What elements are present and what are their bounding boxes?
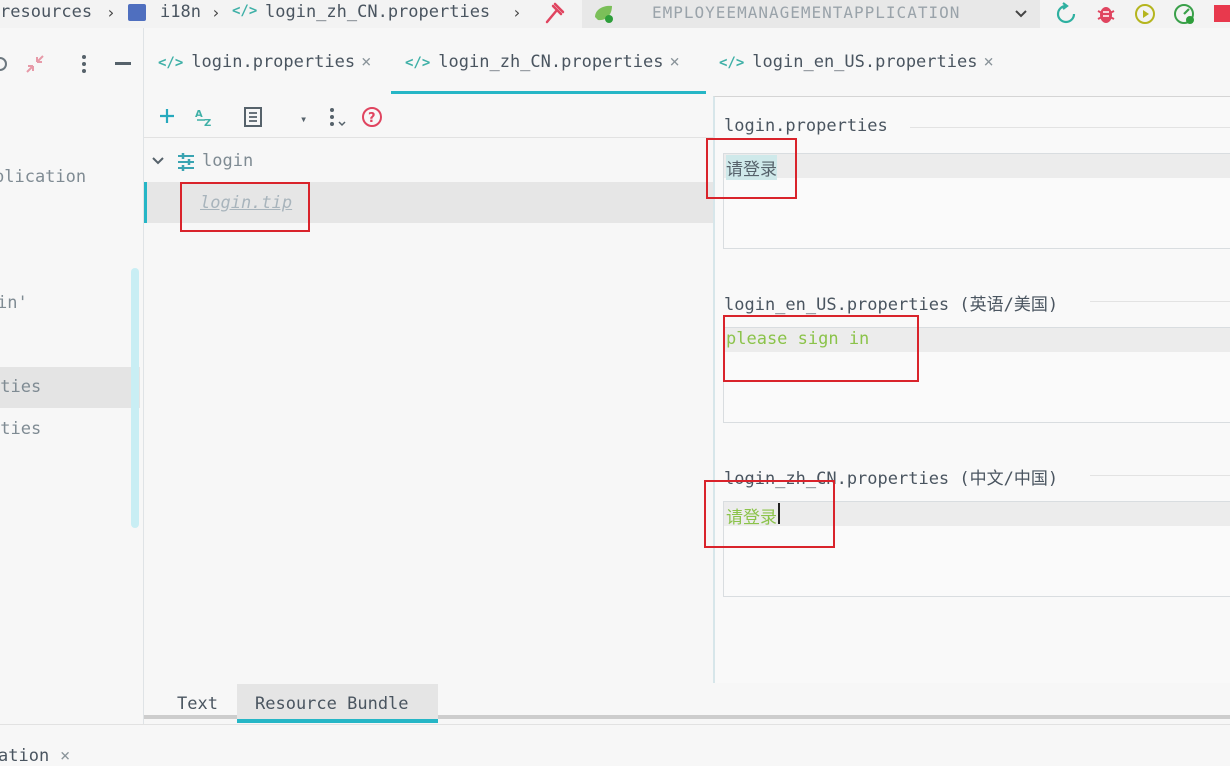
breadcrumb-item-i18n[interactable]: i18n — [160, 2, 201, 22]
tree-node-properties-2[interactable]: rties — [0, 419, 41, 439]
tab-label: login.properties — [191, 52, 356, 72]
editor-tab-bar: </> login.properties × </> login_zh_CN.prop… — [144, 28, 1230, 94]
dropdown-arrow-icon[interactable]: ▾ — [300, 112, 307, 126]
divider — [1090, 301, 1230, 302]
run-tab-label[interactable]: ation — [0, 746, 49, 766]
divider — [910, 127, 1230, 128]
tab-login-zh-cn[interactable]: </> login_zh_CN.properties × — [405, 52, 680, 72]
annotation-box — [706, 138, 797, 199]
chevron-right-icon: › — [211, 3, 221, 22]
breadcrumb-bar: resources › i18n › </> login_zh_CN.prope… — [0, 0, 1230, 28]
collapse-icon[interactable] — [24, 53, 46, 75]
build-hammer-icon[interactable] — [543, 2, 567, 24]
toolbar-divider — [144, 137, 713, 138]
minimize-icon[interactable] — [115, 62, 131, 65]
chevron-down-icon — [1015, 10, 1027, 18]
divider — [1090, 475, 1230, 476]
close-icon[interactable]: × — [60, 746, 70, 766]
add-icon[interactable] — [158, 107, 176, 125]
chevron-right-icon: › — [106, 3, 116, 22]
more-options-icon[interactable] — [78, 54, 90, 74]
help-icon[interactable]: ? — [361, 106, 383, 128]
selection-indicator — [144, 182, 147, 223]
breadcrumb-item-file[interactable]: login_zh_CN.properties — [265, 2, 490, 22]
tab-label: login_en_US.properties — [752, 52, 978, 72]
close-icon[interactable]: × — [361, 52, 371, 72]
tree-node-application[interactable]: plication — [0, 167, 86, 187]
tab-login-properties[interactable]: </> login.properties × — [158, 52, 371, 72]
active-tab-indicator — [391, 91, 706, 94]
close-icon[interactable]: × — [669, 52, 679, 72]
target-icon[interactable] — [0, 54, 8, 74]
tab-text[interactable]: Text — [177, 694, 218, 714]
chevron-down-icon[interactable] — [151, 154, 165, 168]
property-group-icon — [178, 153, 194, 171]
svg-text:Z: Z — [204, 118, 211, 128]
rerun-icon[interactable] — [1054, 2, 1078, 26]
tab-login-en-us[interactable]: </> login_en_US.properties × — [719, 52, 994, 72]
tree-node-login[interactable]: in' — [0, 293, 28, 313]
run-config-label: EMPLOYEEMANAGEMENTAPPLICATION — [652, 3, 961, 22]
tab-resource-bundle-label: Resource Bundle — [255, 694, 409, 714]
profiler-icon[interactable] — [1172, 2, 1196, 26]
sort-alphabetically-icon[interactable]: A Z — [195, 106, 217, 128]
run-tool-window-header — [0, 724, 1230, 766]
breadcrumb-item-resources[interactable]: resources — [0, 2, 92, 22]
more-actions-icon[interactable] — [326, 107, 348, 129]
annotation-box — [180, 182, 310, 232]
active-tab-indicator — [237, 719, 438, 723]
spring-boot-icon — [595, 5, 613, 23]
properties-file-icon: </> — [232, 3, 258, 19]
stop-icon[interactable] — [1214, 5, 1230, 22]
svg-text:A: A — [195, 109, 203, 120]
annotation-box — [723, 315, 919, 382]
scrollbar[interactable] — [131, 268, 139, 528]
editor-title-login: login.properties — [724, 116, 888, 136]
editor-title-en-us: login_en_US.properties (英语/美国) — [724, 295, 1059, 315]
debug-icon[interactable] — [1094, 2, 1118, 26]
chevron-right-icon: › — [512, 3, 522, 22]
run-with-coverage-icon[interactable] — [1133, 2, 1157, 26]
properties-file-icon: </> — [405, 55, 431, 71]
tree-node-properties[interactable]: rties — [0, 377, 41, 397]
tree-group-login[interactable]: login — [202, 151, 253, 171]
annotation-box — [704, 480, 835, 548]
properties-file-icon: </> — [719, 55, 745, 71]
group-by-prefix-icon[interactable] — [243, 106, 267, 128]
tab-label: login_zh_CN.properties — [438, 52, 664, 72]
svg-text:?: ? — [368, 111, 376, 126]
current-line-highlight — [724, 154, 1230, 178]
close-icon[interactable]: × — [983, 52, 993, 72]
folder-icon — [128, 4, 146, 21]
properties-file-icon: </> — [158, 55, 184, 71]
